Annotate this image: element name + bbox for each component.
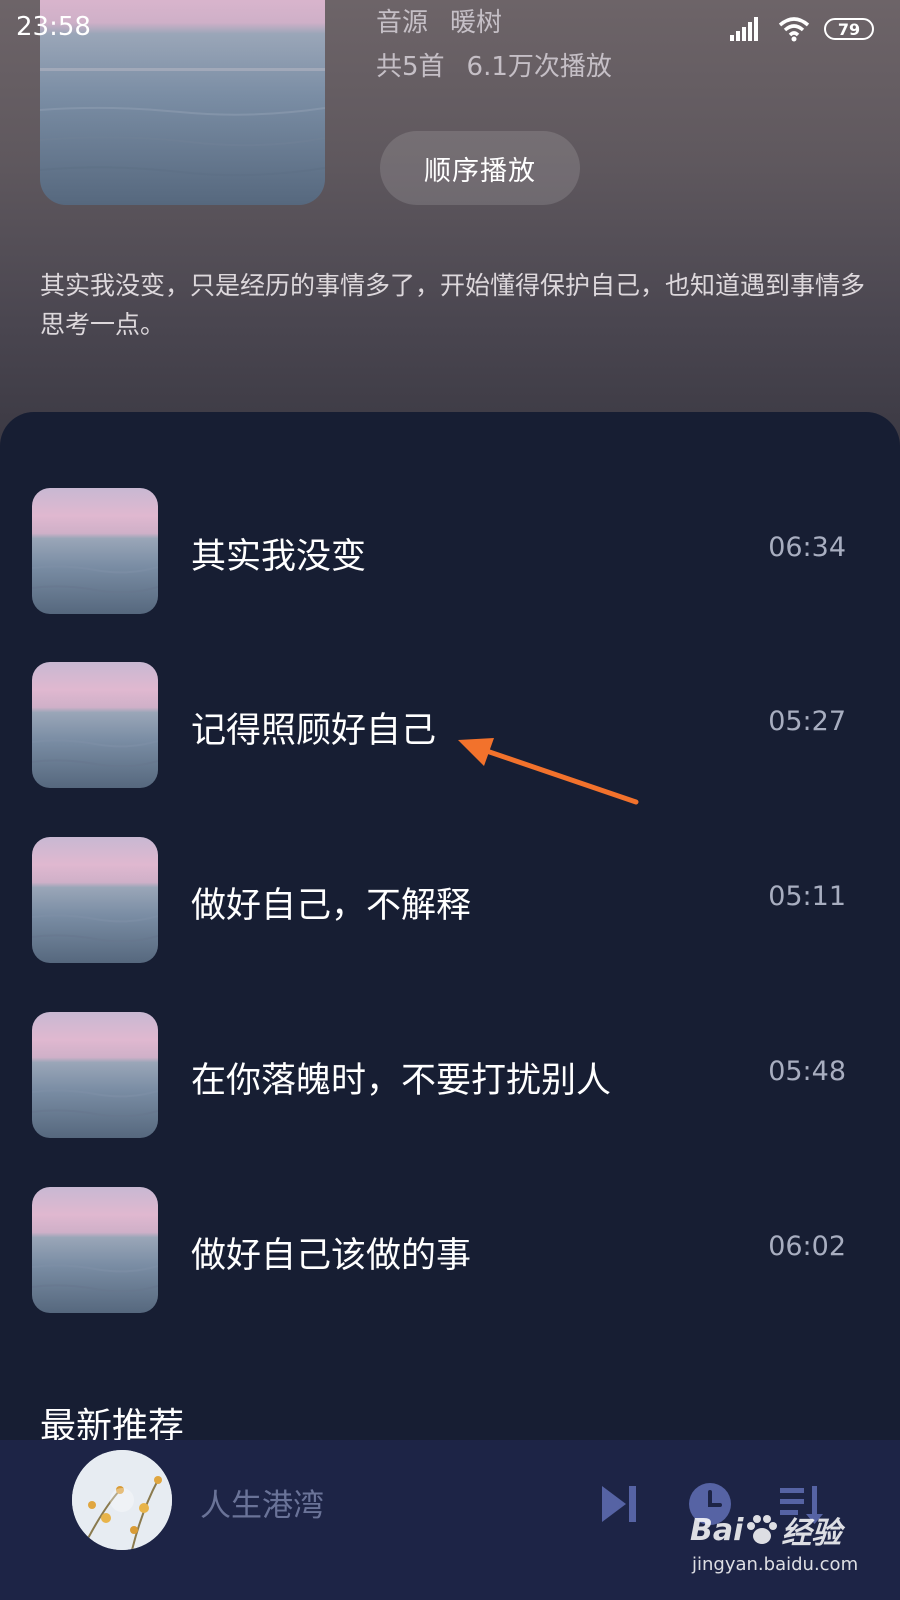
sequential-play-button[interactable]: 顺序播放 — [380, 131, 580, 205]
album-source-line: 音源 暖树 — [376, 0, 502, 40]
wifi-icon — [778, 17, 810, 42]
song-list-panel: 其实我没变 06:34 记得照顾好自己 05:27 做好自己，不解释 05:11… — [0, 412, 900, 1442]
battery-indicator: 79 — [824, 18, 874, 40]
player-song-title[interactable]: 人生港湾 — [200, 1480, 324, 1525]
source-name[interactable]: 暖树 — [450, 2, 502, 39]
song-title: 在你落魄时，不要打扰别人 — [191, 1061, 612, 1101]
album-header: 23:58 79 音源 暖树 共5首 6.1万次播放 顺序播放 其实我没变，只是… — [0, 0, 900, 460]
song-thumbnail — [32, 488, 158, 614]
song-duration: 06:02 — [768, 1231, 846, 1262]
baidu-jingyan-watermark: Bai 经验 jingyan.baidu.com — [690, 1508, 890, 1576]
play-count: 6.1万次播放 — [466, 51, 612, 82]
song-row[interactable]: 做好自己该做的事 06:02 — [0, 1187, 900, 1317]
song-duration: 05:27 — [768, 706, 846, 737]
song-thumbnail — [32, 1012, 158, 1138]
song-thumbnail — [32, 662, 158, 788]
paw-icon — [747, 1515, 778, 1544]
song-title: 做好自己该做的事 — [191, 1236, 472, 1276]
song-title: 做好自己，不解释 — [191, 886, 472, 926]
song-duration: 05:48 — [768, 1056, 846, 1087]
source-label: 音源 — [376, 7, 429, 38]
song-row[interactable]: 做好自己，不解释 05:11 — [0, 837, 900, 967]
section-title-latest: 最新推荐 — [40, 1406, 185, 1440]
song-title: 记得照顾好自己 — [191, 711, 437, 751]
status-icons: 79 — [730, 16, 874, 42]
album-stats-line: 共5首 6.1万次播放 — [376, 44, 612, 84]
album-description: 其实我没变，只是经历的事情多了，开始懂得保护自己，也知道遇到事情多思考一点。 — [40, 271, 866, 339]
annotation-arrow-icon — [458, 738, 639, 805]
next-icon[interactable] — [596, 1480, 644, 1528]
song-title: 其实我没变 — [191, 537, 367, 577]
track-count: 共5首 — [376, 51, 445, 82]
signal-icon — [730, 17, 758, 41]
watermark-logo-left: Bai — [690, 1512, 744, 1548]
song-thumbnail — [32, 837, 158, 963]
watermark-url: jingyan.baidu.com — [692, 1554, 859, 1575]
watermark-logo: Bai 经验 — [690, 1508, 890, 1552]
player-cover-image[interactable] — [72, 1450, 172, 1550]
watermark-logo-right: 经验 — [781, 1516, 842, 1551]
song-thumbnail — [32, 1187, 158, 1313]
song-row[interactable]: 其实我没变 06:34 — [0, 488, 900, 618]
status-time: 23:58 — [16, 12, 91, 42]
song-duration: 05:11 — [768, 881, 846, 912]
song-row[interactable]: 在你落魄时，不要打扰别人 05:48 — [0, 1012, 900, 1142]
song-duration: 06:34 — [768, 532, 846, 563]
